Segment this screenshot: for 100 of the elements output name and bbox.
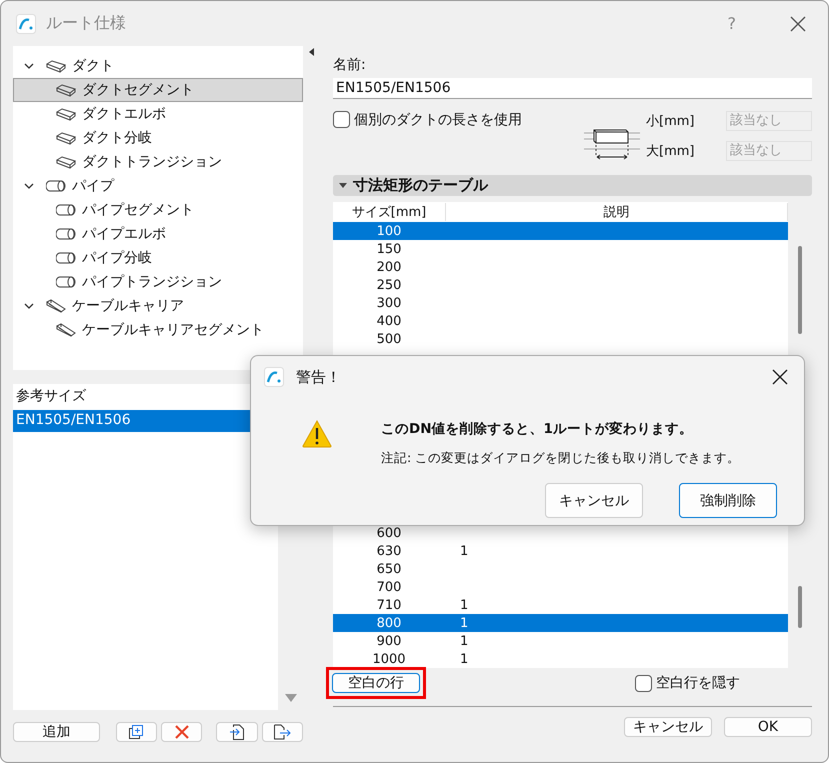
table-cell-text: 1	[459, 598, 468, 612]
table-row[interactable]: 630 1	[333, 542, 788, 560]
checkbox[interactable]	[333, 111, 350, 128]
chevron-icon[interactable]	[24, 182, 34, 190]
pipe-icon	[56, 203, 76, 217]
table-cell-text: 650	[376, 562, 402, 576]
tree-item[interactable]: ダクト	[13, 54, 303, 78]
tree-label: ダクト	[72, 57, 114, 75]
chevron-icon[interactable]	[24, 302, 34, 310]
table-cell-text: 800	[376, 616, 402, 630]
tree-label: パイプトランジション	[82, 273, 222, 291]
close-icon[interactable]	[772, 369, 788, 385]
duct-icon	[46, 59, 66, 73]
close-icon[interactable]	[790, 16, 806, 32]
table-cell-text: 630	[376, 544, 402, 558]
collapse-icon[interactable]	[308, 48, 314, 56]
table-row[interactable]: 1000 1	[333, 650, 788, 668]
table-cell-text: 100	[376, 224, 402, 238]
column-header[interactable]: 説明	[446, 203, 788, 221]
tree-item[interactable]: ダクトセグメント	[13, 78, 303, 102]
table-cell-text: 600	[376, 526, 402, 540]
tree-item[interactable]: パイプエルボ	[13, 222, 303, 246]
column-header[interactable]: サイズ[mm]	[333, 203, 446, 221]
tree-item[interactable]: ダクト分岐	[13, 126, 303, 150]
duct-icon	[56, 83, 76, 97]
tree-item[interactable]: ケーブルキャリアセグメント	[13, 318, 303, 342]
duct-icon	[56, 155, 76, 169]
table-row[interactable]: 400	[333, 312, 788, 330]
table-cell-text: 1	[459, 634, 468, 648]
tree-label: パイプ	[72, 177, 114, 195]
export-icon	[273, 724, 292, 740]
table-cell-text: 200	[376, 260, 402, 274]
duplicate-icon	[128, 724, 144, 740]
add-button[interactable]: 追加	[13, 722, 100, 742]
table-row[interactable]: 500	[333, 330, 788, 348]
warning-icon	[302, 420, 332, 448]
table-row[interactable]: 200	[333, 258, 788, 276]
tree-item[interactable]: パイプ	[13, 174, 303, 198]
table-row[interactable]: 250	[333, 276, 788, 294]
table-cell-text: 500	[376, 332, 402, 346]
limit-label: 小[mm]	[646, 113, 696, 130]
tree-label: パイプエルボ	[82, 225, 166, 243]
table-cell-text: 710	[376, 598, 402, 612]
table-row[interactable]: 150	[333, 240, 788, 258]
dialog-button[interactable]: キャンセル	[545, 483, 643, 518]
window-title: ルート仕様	[46, 13, 126, 34]
dialog-button[interactable]: 強制削除	[679, 483, 777, 518]
app-logo-icon	[16, 14, 36, 34]
table-cell-text: 700	[376, 580, 402, 594]
duct-icon	[56, 107, 76, 121]
checkbox[interactable]	[635, 674, 652, 692]
table-row[interactable]: 300	[333, 294, 788, 312]
section-header[interactable]: 寸法矩形のテーブル	[333, 175, 812, 196]
chevron-icon[interactable]	[24, 62, 34, 70]
list-header: 参考サイズ	[15, 387, 87, 406]
tree-item[interactable]: ケーブルキャリア	[13, 294, 303, 318]
pipe-icon	[56, 251, 76, 265]
dialog-button[interactable]: キャンセル	[624, 717, 712, 737]
caret-icon	[339, 182, 347, 188]
name-field[interactable]: EN1505/EN1506	[333, 78, 812, 99]
table-row[interactable]: 800 1	[333, 614, 788, 632]
table-row[interactable]: 710 1	[333, 596, 788, 614]
export-button[interactable]	[262, 722, 303, 742]
dialog-note: 注記: この変更はダイアログを閉じた後も取り消しできます。	[381, 450, 740, 467]
name-label: 名前:	[333, 56, 367, 74]
tree-item[interactable]: パイプセグメント	[13, 198, 303, 222]
duplicate-button[interactable]	[116, 722, 157, 742]
limit-label: 大[mm]	[646, 143, 696, 160]
tree-item[interactable]: ダクトエルボ	[13, 102, 303, 126]
table-cell-text: 250	[376, 278, 402, 292]
tree-item[interactable]: パイプ分岐	[13, 246, 303, 270]
duct-icon	[56, 131, 76, 145]
tree-item[interactable]: パイプトランジション	[13, 270, 303, 294]
table-row[interactable]: 100	[333, 222, 788, 240]
tree-label: パイプセグメント	[82, 201, 194, 219]
table-cell-text: 1000	[371, 652, 407, 666]
table-cell-text: 900	[376, 634, 402, 648]
table-row[interactable]: 700	[333, 578, 788, 596]
table-cell-text: 1	[459, 652, 468, 666]
table-cell-text: 1	[459, 544, 468, 558]
table-row[interactable]: 650	[333, 560, 788, 578]
checkbox-label: 個別のダクトの長さを使用	[354, 111, 522, 129]
dialog-title: 警告！	[296, 368, 341, 386]
scrollbar-thumb[interactable]	[798, 246, 802, 334]
dialog-button[interactable]: OK	[724, 717, 812, 737]
import-button[interactable]	[216, 722, 258, 742]
table-row[interactable]: 600	[333, 524, 788, 542]
blank-row-button[interactable]: 空白の行	[332, 673, 420, 693]
app-logo-icon	[264, 367, 284, 387]
pipe-icon	[56, 275, 76, 289]
dialog-message: このDN値を削除すると、1ルートが変わります。	[381, 420, 694, 438]
table-row[interactable]: 900 1	[333, 632, 788, 650]
scrollbar-thumb[interactable]	[798, 586, 802, 628]
section-title: 寸法矩形のテーブル	[353, 176, 488, 195]
delete-icon	[174, 724, 190, 740]
delete-button[interactable]	[160, 722, 202, 742]
tree-item[interactable]: ダクトトランジション	[13, 150, 303, 174]
checkbox-label: 空白行を隠す	[656, 674, 740, 692]
import-icon	[228, 724, 245, 740]
table-cell-text: 400	[376, 314, 402, 328]
